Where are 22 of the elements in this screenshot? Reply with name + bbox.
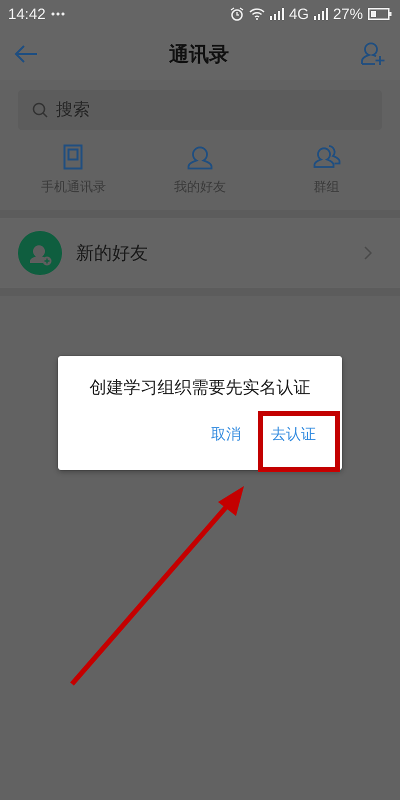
chevron-right-icon xyxy=(364,246,372,260)
signal-icon xyxy=(314,8,328,20)
phone-icon xyxy=(63,144,84,170)
group-icon xyxy=(312,144,341,170)
add-person-icon[interactable] xyxy=(360,42,386,66)
battery-icon xyxy=(368,8,392,20)
battery-percent: 27% xyxy=(332,6,363,22)
status-time: 14:42 xyxy=(8,6,46,22)
search-icon xyxy=(32,102,48,118)
more-icon xyxy=(50,12,65,16)
dialog-button[interactable]: 去认证 xyxy=(259,417,328,452)
add-friend-avatar-icon xyxy=(18,231,62,275)
alarm-icon xyxy=(230,7,244,21)
network-label: 4G xyxy=(288,6,309,22)
wifi-icon xyxy=(248,8,265,20)
signal-icon xyxy=(270,8,284,20)
dialog-message: 创建学习组织需要先实名认证 xyxy=(90,377,310,399)
back-icon[interactable] xyxy=(14,45,38,63)
person-icon xyxy=(186,144,213,170)
dialog-button[interactable]: 取消 xyxy=(199,417,253,452)
page-title: 通讯录 xyxy=(169,40,229,68)
row-label: 新的好友 xyxy=(76,242,149,265)
